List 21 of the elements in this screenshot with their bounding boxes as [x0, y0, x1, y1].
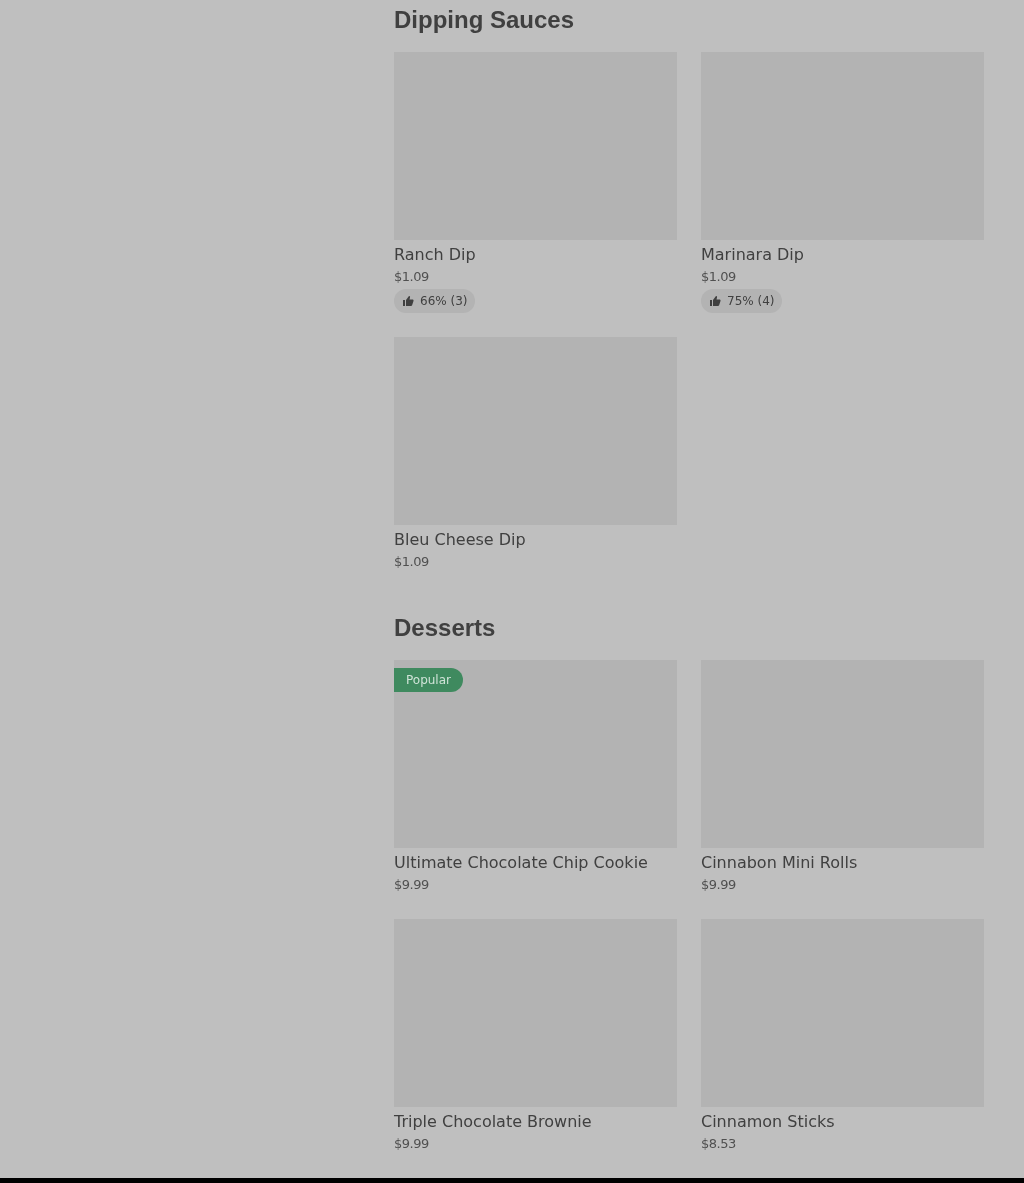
- rating-text: 66% (3): [420, 293, 468, 310]
- item-name[interactable]: Bleu Cheese Dip: [394, 528, 526, 552]
- thumbs-up-icon: [709, 295, 721, 307]
- item-price: $9.99: [394, 876, 429, 894]
- item-price: $1.09: [394, 268, 429, 286]
- rating-text: 75% (4): [727, 293, 775, 310]
- item-price: $8.53: [701, 1135, 736, 1153]
- item-price: $1.09: [701, 268, 736, 286]
- item-name[interactable]: Ranch Dip: [394, 243, 476, 267]
- popular-badge: Popular: [394, 668, 463, 692]
- item-price: $9.99: [394, 1135, 429, 1153]
- item-name[interactable]: Marinara Dip: [701, 243, 804, 267]
- section-heading: Dipping Sauces: [394, 5, 576, 35]
- thumbs-up-icon: [402, 295, 414, 307]
- item-name[interactable]: Triple Chocolate Brownie: [394, 1110, 592, 1134]
- item-name[interactable]: Cinnamon Sticks: [701, 1110, 835, 1134]
- item-name[interactable]: Ultimate Chocolate Chip Cookie: [394, 851, 648, 875]
- item-price: $9.99: [701, 876, 736, 894]
- section-heading: Desserts: [394, 613, 497, 643]
- item-price: $1.09: [394, 553, 429, 571]
- item-name[interactable]: Cinnabon Mini Rolls: [701, 851, 858, 875]
